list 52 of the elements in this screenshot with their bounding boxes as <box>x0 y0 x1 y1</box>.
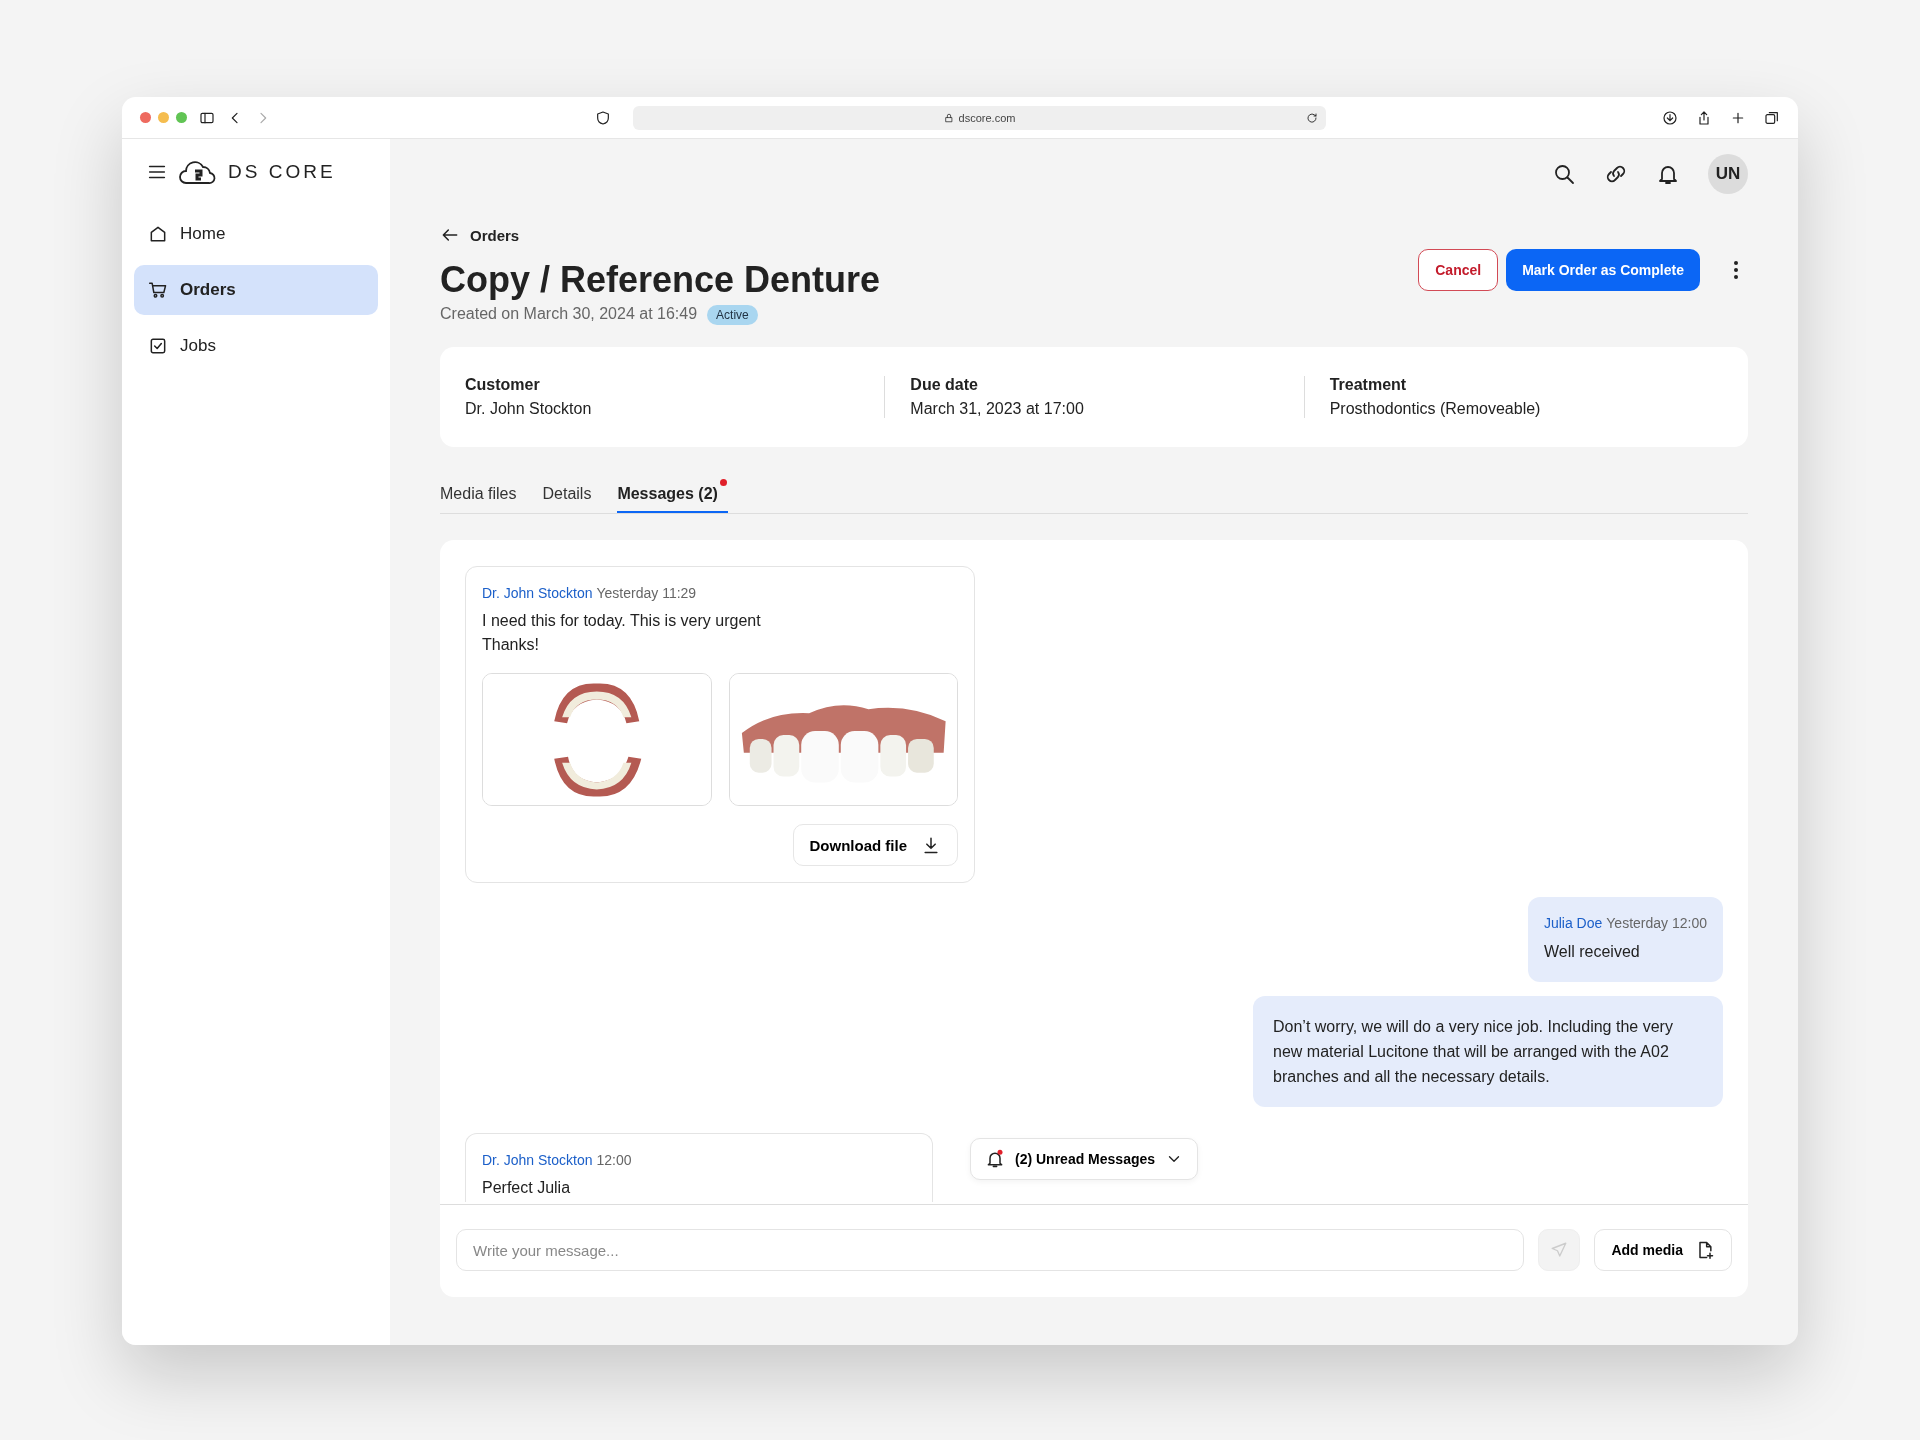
cloud-logo-icon <box>178 159 218 185</box>
reload-icon[interactable] <box>1306 111 1318 124</box>
message-text: Well received <box>1543 942 1641 962</box>
message-text: I need this for today. This is very urgent <box>482 611 762 631</box>
complete-button[interactable]: Mark Order as Complete <box>1506 249 1700 291</box>
message-text: Don’t worry, we will do a very nice job. Including the very new material Lucitone that will be arranged with the A02 branches and all the necessary details. <box>1273 1017 1674 1087</box>
cancel-button[interactable]: Cancel <box>1418 249 1499 291</box>
share-icon[interactable] <box>1696 109 1712 126</box>
brand-name: DS CORE <box>228 161 336 183</box>
user-avatar[interactable]: UN <box>1708 154 1748 194</box>
nav-item[interactable]: Orders <box>134 265 378 315</box>
message-text: Thanks! <box>482 635 540 655</box>
message-author: Dr. John Stockton <box>482 1152 593 1168</box>
nav-item[interactable]: Jobs <box>134 321 378 371</box>
download-icon[interactable] <box>1662 109 1678 126</box>
tabs-overview-icon[interactable] <box>1764 109 1780 126</box>
page-title: Copy / Reference Denture <box>440 259 881 301</box>
home-icon <box>148 224 168 244</box>
message-author: Dr. John Stockton <box>482 585 593 601</box>
nav-item[interactable]: Home <box>134 209 378 259</box>
cart-icon <box>148 280 168 300</box>
info-value: Dr. John Stockton <box>465 400 593 418</box>
message-text: Perfect Julia <box>482 1178 572 1198</box>
info-label: Due date <box>910 376 979 394</box>
bell-with-dot-icon <box>985 1149 1005 1169</box>
message-input[interactable]: Write your message... <box>456 1229 1525 1271</box>
created-date: Created on March 30, 2024 at 16:49 <box>440 305 698 322</box>
send-icon <box>1550 1241 1569 1259</box>
shield-icon <box>595 109 611 126</box>
unread-messages-button[interactable]: (2) Unread Messages <box>970 1138 1199 1180</box>
tab[interactable]: Messages (2) <box>617 477 728 513</box>
back-link[interactable]: Orders <box>440 225 1748 245</box>
info-label: Treatment <box>1329 376 1408 394</box>
tab[interactable]: Media files <box>440 477 517 513</box>
download-button[interactable]: Download file <box>792 824 958 866</box>
close-window-icon[interactable] <box>140 112 151 123</box>
message-time: Yesterday 11:29 <box>596 585 697 601</box>
add-media-button[interactable]: Add media <box>1594 1229 1732 1271</box>
info-value: March 31, 2023 at 17:00 <box>910 400 1085 418</box>
checklist-icon <box>148 336 168 356</box>
lock-icon <box>943 112 954 123</box>
info-value: Prosthodontics (Removeable) <box>1329 400 1542 418</box>
search-icon[interactable] <box>1552 162 1576 186</box>
download-icon <box>921 835 941 855</box>
message-time: Yesterday 12:00 <box>1606 915 1707 931</box>
message-author: Julia Doe <box>1543 915 1603 931</box>
address-bar[interactable]: dscore.com <box>633 105 1326 130</box>
message-time: 12:00 <box>596 1152 632 1168</box>
url-text: dscore.com <box>958 111 1016 124</box>
status-badge: Active <box>707 305 758 325</box>
tab[interactable]: Details <box>542 477 592 513</box>
info-label: Customer <box>465 376 541 394</box>
